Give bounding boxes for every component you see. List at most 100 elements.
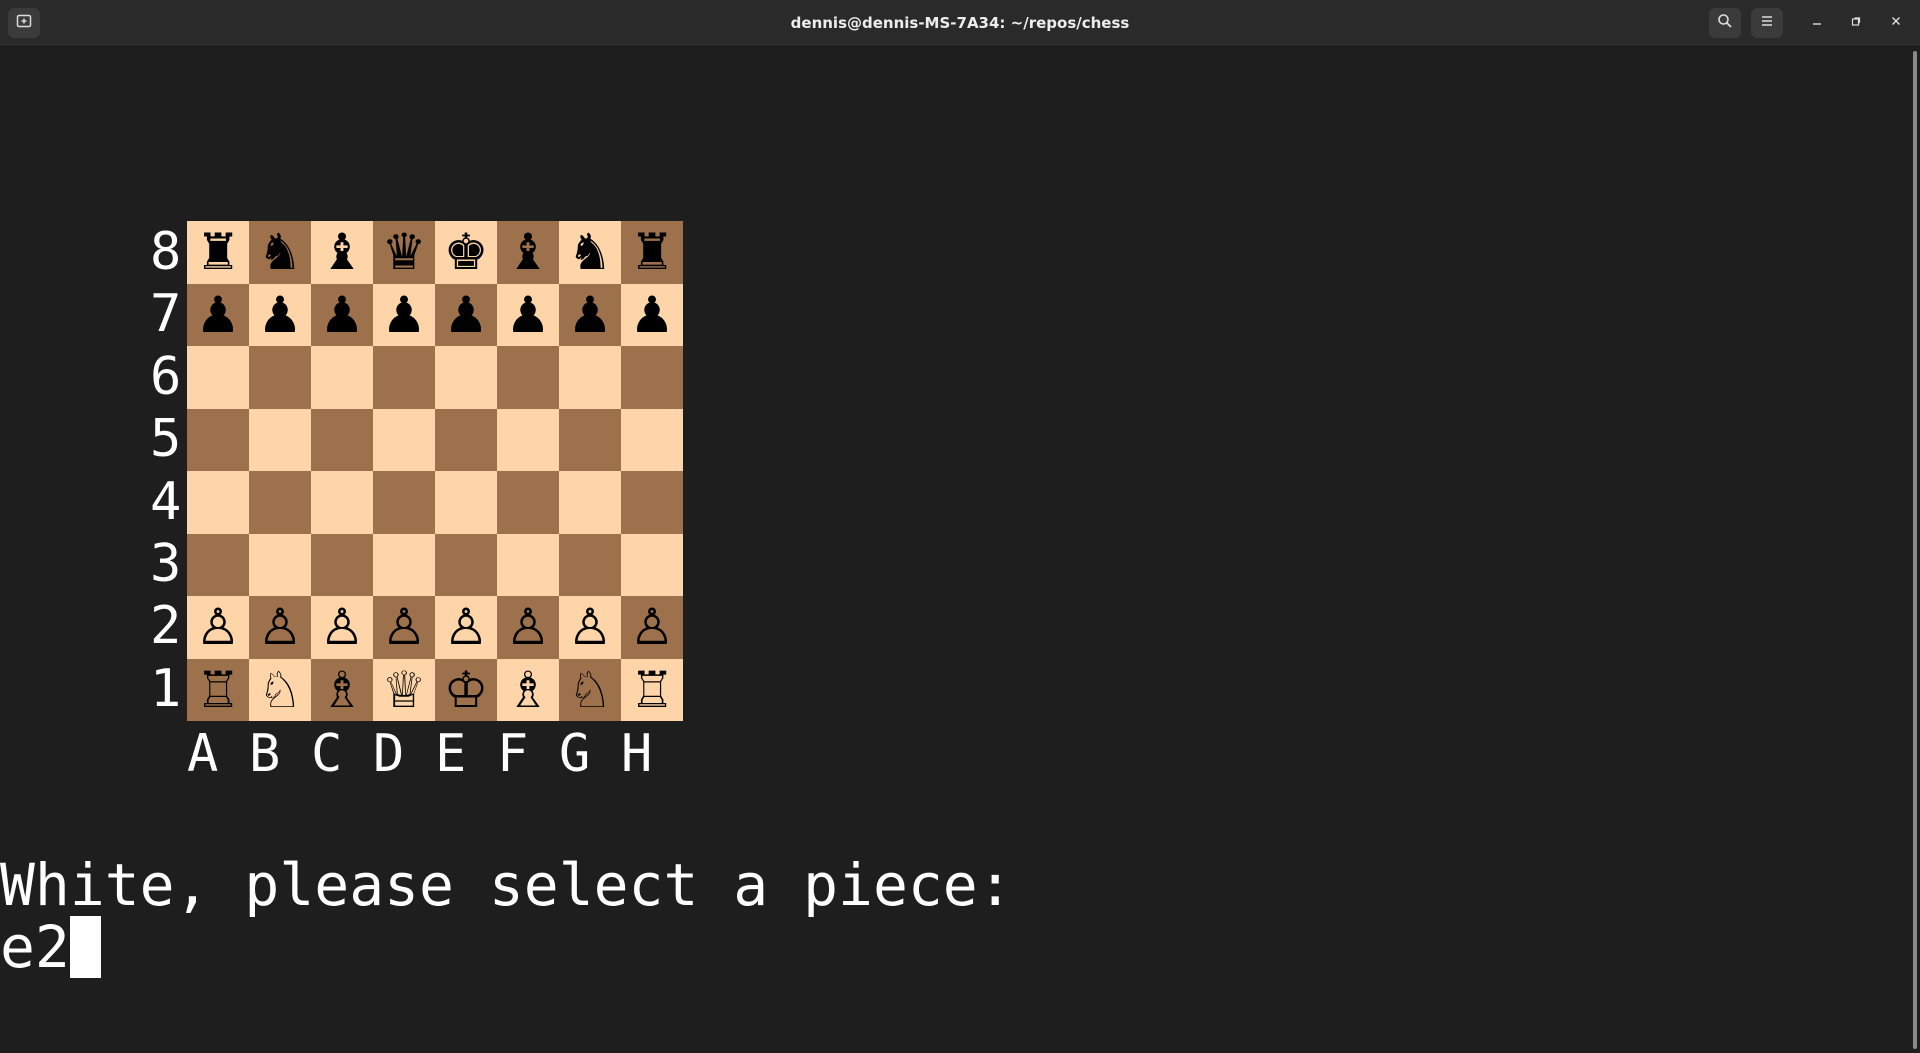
prompt-text: White, please select a piece: [0,851,1013,919]
board-square [559,533,621,596]
board-square [621,346,683,409]
board-square: ♙ [435,596,497,659]
board-square: ♙ [559,596,621,659]
terminal-output[interactable]: 8 7 6 5 4 3 2 1 ♜ ♞ ♝ ♛ ♚ ♝ ♞ ♜ ♟ ♟ ♟ ♟ ♟ ♟ ♟ ♟ ♙ ♙ ♙ ♙ ♙ ♙ ♙ ♙… [0,47,1910,1053]
board-square: ♚ [435,221,497,284]
board-square [187,533,249,596]
menu-button[interactable] [1751,8,1783,38]
board-square: ♟ [435,283,497,346]
board-square [497,408,559,471]
board-square [559,408,621,471]
close-button[interactable] [1884,11,1908,35]
board-square [249,533,311,596]
rank-label: 7 [150,284,182,345]
restore-icon [1850,14,1862,32]
board-square [187,471,249,534]
board-square: ♟ [559,283,621,346]
board-square: ♙ [311,596,373,659]
board-square: ♟ [187,283,249,346]
board-square: ♝ [497,221,559,284]
maximize-button[interactable] [1844,11,1868,35]
board-square: ♙ [497,596,559,659]
board-square: ♙ [187,596,249,659]
board-square [187,408,249,471]
minimize-icon [1811,14,1823,32]
board-square [435,533,497,596]
file-label: D [373,724,405,784]
file-label: F [497,724,529,784]
board-square: ♙ [249,596,311,659]
rank-label: 3 [150,533,182,594]
board-square [311,346,373,409]
board-square [621,533,683,596]
board-square: ♙ [621,596,683,659]
board-square: ♜ [187,221,249,284]
rank-label: 1 [150,658,182,719]
board-square [249,471,311,534]
board-square [187,346,249,409]
board-square [311,408,373,471]
board-square [249,408,311,471]
board-square: ♟ [621,283,683,346]
rank-label: 5 [150,409,182,470]
title-bar[interactable]: dennis@dennis-MS-7A34: ~/repos/chess [0,0,1920,47]
board-square: ♙ [373,596,435,659]
search-button[interactable] [1709,8,1741,38]
board-square: ♘ [249,658,311,721]
minimize-button[interactable] [1805,11,1829,35]
close-icon [1890,14,1902,32]
board-square: ♝ [311,221,373,284]
scrollbar-thumb[interactable] [1913,51,1917,1049]
board-square [497,346,559,409]
board-square [497,533,559,596]
board-square: ♖ [621,658,683,721]
board-square [559,471,621,534]
board-square: ♘ [559,658,621,721]
board-square [435,471,497,534]
scrollbar[interactable] [1910,47,1920,1053]
board-square [435,346,497,409]
terminal-input-text[interactable]: e2 [0,916,70,978]
board-square: ♗ [497,658,559,721]
board-square: ♟ [373,283,435,346]
rank-label: 4 [150,471,182,532]
terminal-window: dennis@dennis-MS-7A34: ~/repos/chess 8 7… [0,0,1920,1053]
board-square: ♞ [249,221,311,284]
file-label: B [249,724,281,784]
board-square: ♜ [621,221,683,284]
board-square [435,408,497,471]
board-square [373,471,435,534]
rank-label: 6 [150,346,182,407]
board-square: ♔ [435,658,497,721]
board-square [497,471,559,534]
board-square: ♗ [311,658,373,721]
board-square: ♕ [373,658,435,721]
board-square [373,533,435,596]
board-square [373,346,435,409]
file-label: C [311,724,343,784]
file-label: A [187,724,219,784]
chess-board: ♜ ♞ ♝ ♛ ♚ ♝ ♞ ♜ ♟ ♟ ♟ ♟ ♟ ♟ ♟ ♟ ♙ ♙ ♙ ♙ ♙ ♙ ♙ ♙ ♖ ♘ ♗ ♕ ♔ ♗ ♘ ♖ [187,221,683,721]
board-square [621,408,683,471]
rank-label: 2 [150,596,182,657]
file-label: G [559,724,591,784]
board-square [373,408,435,471]
rank-label: 8 [150,222,182,282]
file-labels: A B C D E F G H [187,723,683,785]
board-square: ♟ [311,283,373,346]
text-cursor [69,916,101,978]
board-square: ♛ [373,221,435,284]
board-square [249,346,311,409]
hamburger-menu-icon [1759,13,1775,34]
file-label: H [621,724,653,784]
board-square [559,346,621,409]
window-title: dennis@dennis-MS-7A34: ~/repos/chess [790,14,1130,32]
terminal-input-line[interactable]: e2 [0,916,101,978]
board-square: ♞ [559,221,621,284]
board-square [621,471,683,534]
file-label: E [435,724,467,784]
search-icon [1717,13,1733,34]
board-square: ♟ [249,283,311,346]
board-square [311,533,373,596]
board-square [311,471,373,534]
